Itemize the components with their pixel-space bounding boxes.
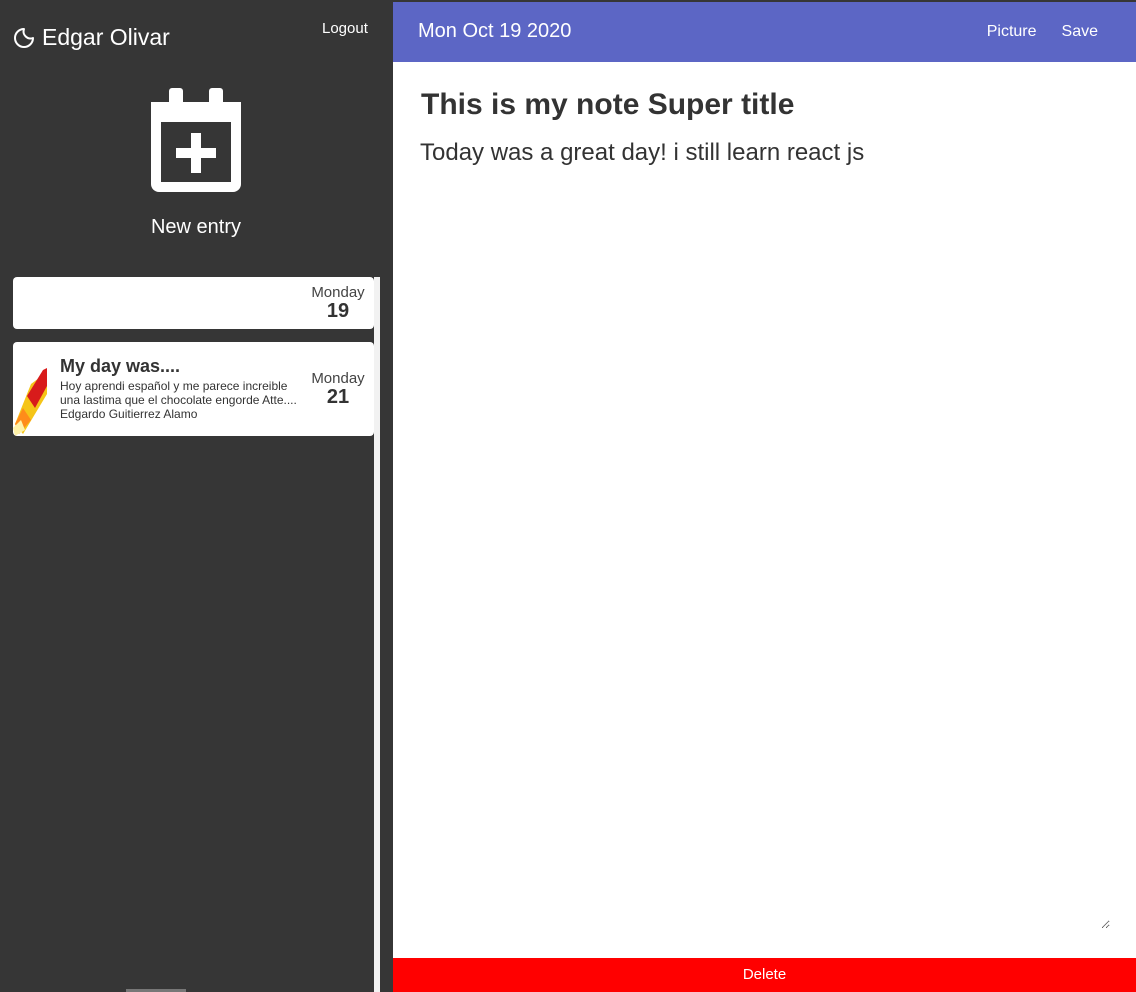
moon-icon <box>14 27 34 48</box>
note-body-textarea[interactable]: Today was a great day! i still learn rea… <box>420 139 1110 929</box>
calendar-plus-icon <box>151 88 241 192</box>
entry-body: My day was.... Hoy aprendi español y me … <box>60 356 298 421</box>
entry-date: Monday 19 <box>308 284 368 321</box>
entry-day-number: 21 <box>326 386 350 408</box>
editor-actions: Picture Save <box>987 23 1098 41</box>
note-date: Mon Oct 19 2020 <box>418 20 572 42</box>
entry-preview: Hoy aprendi español y me parece increibl… <box>60 379 297 421</box>
new-entry-button[interactable]: New entry <box>0 88 392 239</box>
note-title-input[interactable] <box>421 88 1101 122</box>
save-button[interactable]: Save <box>1062 23 1098 41</box>
entry-title: My day was.... <box>60 356 181 376</box>
entry-day-number: 19 <box>326 300 350 322</box>
entry-card[interactable]: My day was.... Hoy aprendi español y me … <box>13 342 374 436</box>
delete-button[interactable]: Delete <box>393 958 1136 992</box>
journal-app: Edgar Olivar Logout New entry Monday 19 <box>0 0 1136 992</box>
editor-topbar: Mon Oct 19 2020 Picture Save <box>393 2 1136 62</box>
entry-day-name: Monday <box>311 284 365 301</box>
entry-date: Monday 21 <box>308 370 368 407</box>
entries-list: Monday 19 My day was.... Hoy aprendi esp… <box>13 277 374 449</box>
picture-button[interactable]: Picture <box>987 23 1037 41</box>
user-name: Edgar Olivar <box>42 24 170 50</box>
entries-scrollbar[interactable] <box>374 277 380 992</box>
sidebar: Edgar Olivar Logout New entry Monday 19 <box>0 0 380 992</box>
entry-card[interactable]: Monday 19 <box>13 277 374 329</box>
user-header: Edgar Olivar <box>12 24 170 51</box>
note-editor: Mon Oct 19 2020 Picture Save Today was a… <box>393 2 1136 992</box>
logout-button[interactable]: Logout <box>322 20 368 37</box>
entry-day-name: Monday <box>311 370 365 387</box>
new-entry-label: New entry <box>150 216 242 238</box>
rocket-icon <box>13 368 47 436</box>
